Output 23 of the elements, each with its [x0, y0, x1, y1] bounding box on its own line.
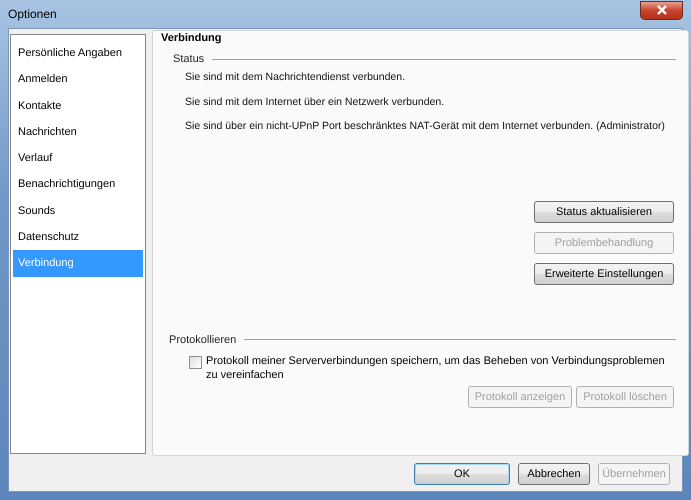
category-item[interactable]: Verlauf [13, 145, 143, 172]
status-message: Sie sind mit dem Nachrichtendienst verbunden. [185, 71, 406, 85]
group-heading: Protokollieren [169, 334, 236, 346]
dialog-button[interactable]: OK [414, 462, 510, 484]
category-item[interactable]: Sounds [13, 198, 143, 224]
window-title: Optionen [8, 7, 57, 21]
checkbox-label: Protokoll meiner Serververbindungen speichern, um das Beheben von Verbindungsproblemen zu vereinfachen [206, 354, 666, 382]
dialog-button[interactable]: Abbrechen [518, 462, 590, 484]
panel-title: Verbindung [161, 32, 222, 46]
category-item[interactable]: Datenschutz [13, 224, 143, 250]
category-item[interactable]: Kontakte [13, 92, 143, 119]
action-button[interactable]: Status aktualisieren [534, 200, 674, 222]
checkbox[interactable] [189, 356, 202, 368]
close-icon [656, 5, 668, 15]
close-button[interactable] [640, 0, 683, 20]
category-item[interactable]: Persönliche Angaben [13, 40, 143, 66]
category-item[interactable]: Nachrichten [13, 118, 143, 146]
status-message: Sie sind über ein nicht-UPnP Port beschränktes NAT-Gerät mit dem Internet verbunden. (Administrator) [185, 120, 666, 134]
action-button[interactable]: Erweiterte Einstellungen [534, 262, 674, 284]
group-heading: Status [173, 53, 204, 65]
category-item[interactable]: Anmelden [13, 66, 143, 93]
category-item[interactable]: Benachrichtigungen [13, 171, 143, 198]
status-message: Sie sind mit dem Internet über ein Netzwerk verbunden. [185, 96, 446, 110]
